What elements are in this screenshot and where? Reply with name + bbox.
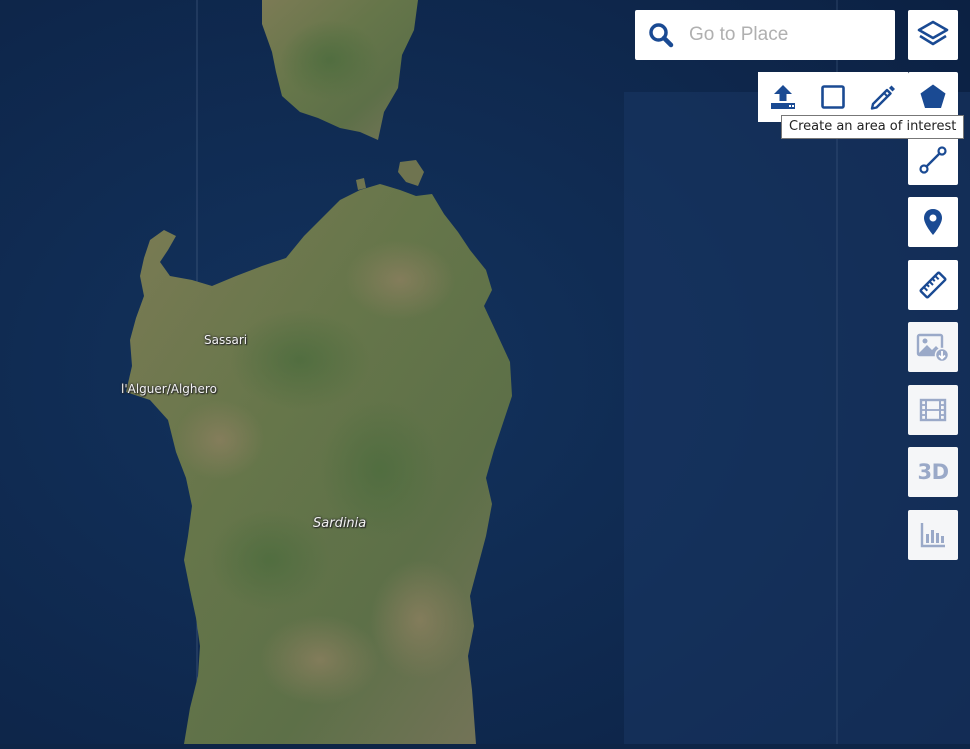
measure-ruler-button[interactable] — [908, 260, 958, 310]
timelapse-button[interactable] — [908, 385, 958, 435]
search-box[interactable] — [635, 10, 895, 60]
statistics-button[interactable] — [908, 510, 958, 560]
ruler-icon — [919, 271, 947, 299]
map-pin-icon — [924, 209, 942, 235]
measure-line-button[interactable] — [908, 135, 958, 185]
3d-icon: 3D — [917, 460, 949, 484]
square-icon — [821, 85, 845, 109]
image-download-icon — [916, 333, 950, 363]
pencil-icon — [870, 85, 895, 110]
download-image-button[interactable] — [908, 322, 958, 372]
layers-button[interactable] — [908, 10, 958, 60]
add-marker-button[interactable] — [908, 197, 958, 247]
map-label-sardinia: Sardinia — [313, 516, 367, 531]
film-icon — [919, 398, 947, 422]
polygon-icon — [920, 84, 946, 108]
tooltip: Create an area of interest — [781, 115, 965, 139]
line-icon — [919, 146, 947, 174]
search-input[interactable] — [687, 23, 891, 47]
bar-chart-icon — [920, 523, 945, 548]
layers-icon — [917, 20, 949, 46]
map-label-sassari: Sassari — [204, 333, 248, 347]
search-icon[interactable] — [635, 10, 687, 60]
map-label-alghero: l'Alguer/Alghero — [121, 382, 217, 396]
upload-icon — [771, 85, 795, 109]
3d-button[interactable]: 3D — [908, 447, 958, 497]
